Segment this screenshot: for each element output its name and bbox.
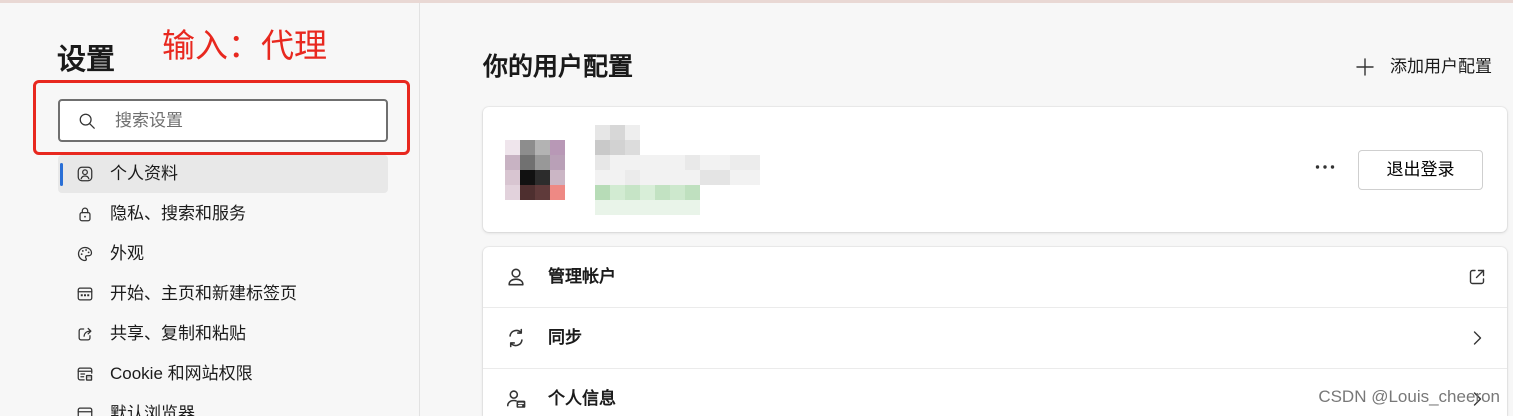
settings-title: 设置 [57,44,116,76]
sync-row[interactable]: 同步 [483,308,1507,369]
annotation-text: 输入：代理 [162,27,327,64]
site-permissions-icon [77,367,93,381]
contact-card-icon [506,390,526,408]
share-icon [78,327,92,341]
sidebar-item-start-home-new-tab[interactable]: 开始、主页和新建标签页 [58,275,388,313]
sidebar-item-profiles[interactable]: 个人资料 [58,155,388,193]
sidebar-item-privacy[interactable]: 隐私、搜索和服务 [58,195,388,233]
chevron-right-icon [1473,331,1482,345]
more-horizontal-icon [1315,165,1335,169]
manage-account-row[interactable]: 管理帐户 [483,247,1507,308]
more-options-button[interactable] [1309,151,1341,183]
sidebar-item-label: Cookie 和网站权限 [110,364,253,383]
sidebar-item-label: 隐私、搜索和服务 [110,204,246,223]
sidebar-item-appearance[interactable]: 外观 [58,235,388,273]
watermark: CSDN @Louis_cheeron [1318,387,1500,406]
settings-sidebar: 设置 输入：代理 个人资料 隐私、搜索和服务 [0,0,420,416]
sidebar-item-default-browser[interactable]: 默认浏览器 [58,395,388,416]
sidebar-item-label: 共享、复制和粘贴 [110,324,246,343]
row-label: 个人信息 [548,389,616,408]
annotation-highlight-box [33,80,410,155]
plus-icon [1356,58,1374,76]
profile-card: 退出登录 [483,107,1507,232]
window-top-border [0,0,1513,3]
sidebar-item-label: 外观 [110,244,144,263]
settings-nav: 个人资料 隐私、搜索和服务 外观 开始、主页和新建标签页 共享、复制和粘贴 Co… [58,155,388,416]
avatar [505,140,565,200]
selected-indicator [60,163,63,186]
new-tab-page-icon [77,287,93,301]
default-browser-icon [77,407,93,416]
sidebar-item-cookies-site-permissions[interactable]: Cookie 和网站权限 [58,355,388,393]
external-link-icon [1469,269,1485,285]
profile-name-redacted [595,125,640,155]
profile-icon [77,166,93,182]
person-icon [508,268,524,286]
sidebar-item-share-copy-paste[interactable]: 共享、复制和粘贴 [58,315,388,353]
sidebar-item-label: 默认浏览器 [110,404,195,416]
row-label: 同步 [548,328,582,347]
sidebar-item-label: 开始、主页和新建标签页 [110,284,297,303]
sign-out-button[interactable]: 退出登录 [1358,150,1483,190]
sync-icon [509,328,523,348]
page-title: 你的用户配置 [483,53,634,81]
profile-email-redacted [595,155,760,185]
palette-icon [77,246,93,262]
add-profile-label: 添加用户配置 [1390,57,1492,76]
lock-icon [79,207,91,222]
row-label: 管理帐户 [548,267,616,286]
add-profile-button[interactable]: 添加用户配置 [1353,55,1499,79]
sidebar-item-label: 个人资料 [110,164,178,183]
profile-status-redacted [595,185,700,215]
